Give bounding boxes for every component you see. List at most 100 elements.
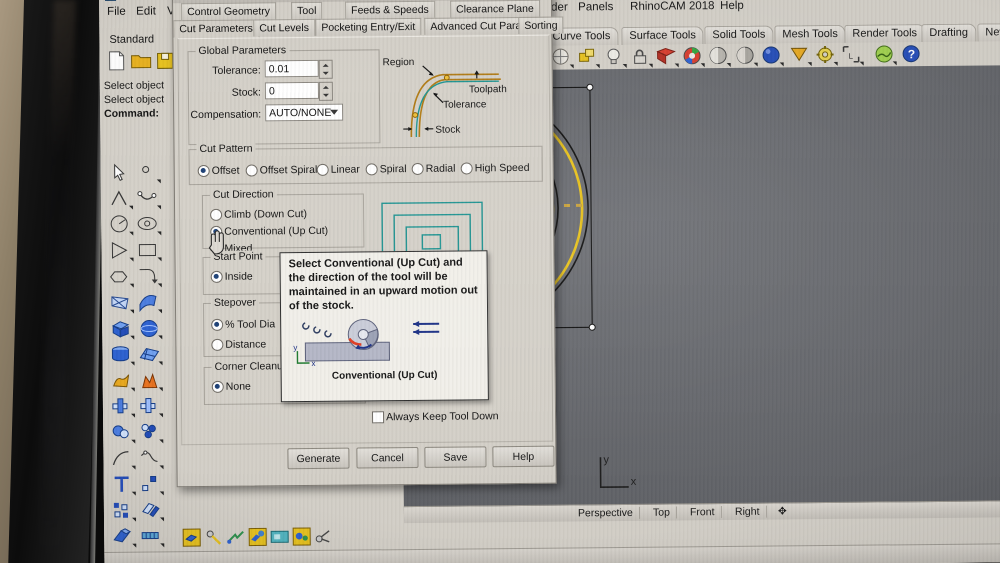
surface-patch-icon[interactable] xyxy=(138,291,163,314)
split-icon[interactable] xyxy=(111,422,136,444)
mesh-plane-icon[interactable] xyxy=(138,343,163,366)
box-solid-icon[interactable] xyxy=(110,318,135,340)
tab-clearance-plane[interactable]: Clearance Plane xyxy=(450,0,540,18)
rectangle-icon[interactable] xyxy=(137,239,162,262)
toolbar-tab-surface-tools[interactable]: Surface Tools xyxy=(621,26,704,45)
radio-distance[interactable]: Distance xyxy=(211,338,266,351)
polygon-icon[interactable] xyxy=(110,266,134,288)
save-button[interactable]: Save xyxy=(424,446,487,468)
toolbar-tab-drafting[interactable]: Drafting xyxy=(921,23,977,43)
tab-control-geometry[interactable]: Control Geometry xyxy=(181,2,277,21)
blue-sphere-icon[interactable] xyxy=(762,45,784,67)
menu-file[interactable]: File xyxy=(107,6,126,18)
ellipse-icon[interactable] xyxy=(137,213,162,236)
radio-offset[interactable]: Offset xyxy=(198,165,240,177)
menu-edit[interactable]: Edit xyxy=(136,5,156,17)
toolbar-tab-solid-tools[interactable]: Solid Tools xyxy=(704,25,774,45)
cam-machine-icon[interactable] xyxy=(270,527,289,546)
offset-curve-icon[interactable] xyxy=(111,448,136,470)
viewport-tab-front[interactable]: Front xyxy=(683,506,722,519)
array-icon[interactable] xyxy=(112,500,137,522)
radio-offset-spiral[interactable]: Offset Spiral xyxy=(246,164,318,177)
stock-input[interactable]: 0 xyxy=(264,81,319,100)
tolerance-input[interactable]: 0.01 xyxy=(264,59,319,78)
cam-post-icon[interactable] xyxy=(292,527,311,546)
text-tool-icon[interactable] xyxy=(112,474,136,496)
gear-icon[interactable] xyxy=(816,45,838,66)
layer-icon[interactable] xyxy=(578,47,600,69)
explode-icon[interactable] xyxy=(139,369,163,392)
cam-tool-icon[interactable] xyxy=(204,528,223,547)
main-vertical-toolbar[interactable] xyxy=(105,161,171,563)
fillet-curve-icon[interactable] xyxy=(138,265,162,288)
stock-spinner[interactable] xyxy=(318,81,334,101)
radio-climb-down-cut[interactable]: Climb (Down Cut) xyxy=(210,208,307,221)
viewport-tab-right[interactable]: Right xyxy=(728,505,767,518)
globe-icon[interactable] xyxy=(875,44,897,66)
tab-cut-parameters[interactable]: Cut Parameters xyxy=(173,19,259,39)
help-question-icon[interactable]: ? xyxy=(902,44,921,63)
move-copy-icon[interactable] xyxy=(140,499,165,522)
crop-bounds-icon[interactable]: L xyxy=(842,45,864,66)
boolean-difference-icon[interactable] xyxy=(139,395,164,418)
radio-inside[interactable]: Inside xyxy=(211,271,253,283)
toolbar-tab-new-in[interactable]: New in xyxy=(977,23,1000,42)
tab-sorting[interactable]: Sorting xyxy=(518,16,564,34)
radio-high-speed[interactable]: High Speed xyxy=(461,162,530,175)
osnap-icon[interactable] xyxy=(552,47,574,69)
toolbar-tab-render-tools[interactable]: Render Tools xyxy=(844,24,926,43)
control-points-icon[interactable] xyxy=(140,473,164,496)
radio-linear[interactable]: Linear xyxy=(317,164,360,176)
generate-button[interactable]: Generate xyxy=(287,447,350,470)
shaded-sphere-2-icon[interactable] xyxy=(736,46,758,67)
compensation-select[interactable]: AUTO/NONE xyxy=(265,103,344,122)
cylinder-solid-icon[interactable] xyxy=(110,344,135,366)
surface-red-icon[interactable] xyxy=(656,46,679,68)
surface-from-curves-icon[interactable] xyxy=(110,292,135,314)
triangle-polygon-icon[interactable] xyxy=(109,240,134,262)
tab-tool[interactable]: Tool xyxy=(291,1,323,20)
always-keep-tool-down-checkbox[interactable]: Always Keep Tool Down xyxy=(372,410,499,423)
viewport-tab-perspective[interactable]: Perspective xyxy=(571,506,640,520)
cam-stock-icon[interactable] xyxy=(182,528,201,547)
radio-percent-tool-dia[interactable]: % Tool Dia xyxy=(211,318,275,331)
circle-icon[interactable] xyxy=(109,214,134,236)
render-triangle-icon[interactable] xyxy=(790,45,812,67)
light-bulb-icon[interactable] xyxy=(605,47,627,68)
command-prompt[interactable]: Command: xyxy=(104,107,159,120)
color-wheel-icon[interactable] xyxy=(683,46,705,68)
rhinocam-machining-toolbar[interactable] xyxy=(104,524,404,551)
tolerance-spinner[interactable] xyxy=(318,59,333,79)
tab-feeds-speeds[interactable]: Feeds & Speeds xyxy=(345,0,435,19)
pocketing-dialog[interactable]: 2 1/2 Axis Pocketing ✕ Control Geometry … xyxy=(171,0,564,488)
cam-simulate-icon[interactable] xyxy=(248,527,267,547)
radio-radial[interactable]: Radial xyxy=(412,163,456,175)
menu-help[interactable]: Help xyxy=(720,0,744,12)
menu-render[interactable]: der xyxy=(551,2,568,14)
cam-toolpath-icon[interactable] xyxy=(226,528,245,547)
shaded-sphere-icon[interactable] xyxy=(709,46,731,67)
lock-icon[interactable] xyxy=(631,47,653,68)
viewport-tab-top[interactable]: Top xyxy=(646,506,677,519)
viewport-tab-add[interactable]: ✥ xyxy=(772,505,793,517)
menu-panels[interactable]: Panels xyxy=(578,1,613,13)
radio-none[interactable]: None xyxy=(212,381,251,393)
sphere-solid-icon[interactable] xyxy=(138,317,163,340)
tab-cut-levels[interactable]: Cut Levels xyxy=(253,18,316,37)
select-arrow-icon[interactable] xyxy=(109,162,133,184)
cancel-button[interactable]: Cancel xyxy=(356,446,419,469)
curve-icon[interactable] xyxy=(137,187,162,210)
boolean-union-icon[interactable] xyxy=(111,396,136,418)
render-mesh-icon[interactable] xyxy=(111,370,135,392)
dialog-tab-strip[interactable]: Control Geometry Tool Feeds & Speeds Cle… xyxy=(173,0,564,39)
point-icon[interactable] xyxy=(137,161,161,184)
trim-icon[interactable] xyxy=(139,421,164,444)
toolbar-tab-mesh-tools[interactable]: Mesh Tools xyxy=(774,24,846,44)
tab-pocketing-entry-exit[interactable]: Pocketing Entry/Exit xyxy=(315,17,422,36)
polyline-icon[interactable] xyxy=(109,188,134,210)
cam-setup-icon[interactable] xyxy=(314,527,333,546)
radio-spiral[interactable]: Spiral xyxy=(366,163,407,175)
menu-rhinocam[interactable]: RhinoCAM 2018 xyxy=(630,0,715,13)
help-button[interactable]: Help xyxy=(492,445,555,468)
blend-curve-icon[interactable] xyxy=(139,447,164,470)
